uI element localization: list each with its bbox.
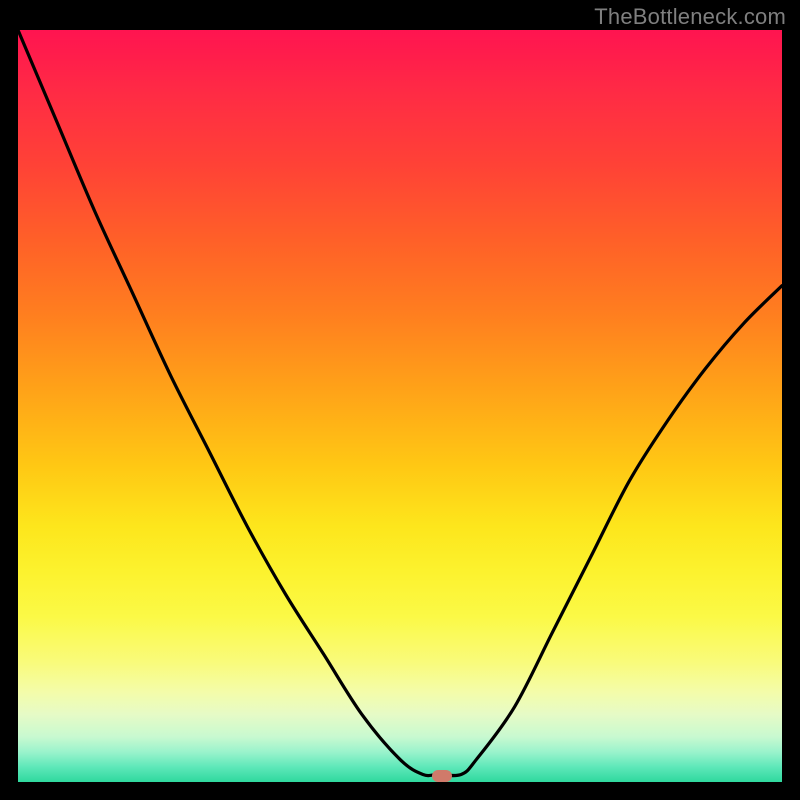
- chart-frame: TheBottleneck.com: [0, 0, 800, 800]
- watermark-text: TheBottleneck.com: [594, 4, 786, 30]
- optimum-marker: [432, 770, 452, 782]
- bottleneck-curve: [18, 30, 782, 782]
- plot-area: [18, 30, 782, 782]
